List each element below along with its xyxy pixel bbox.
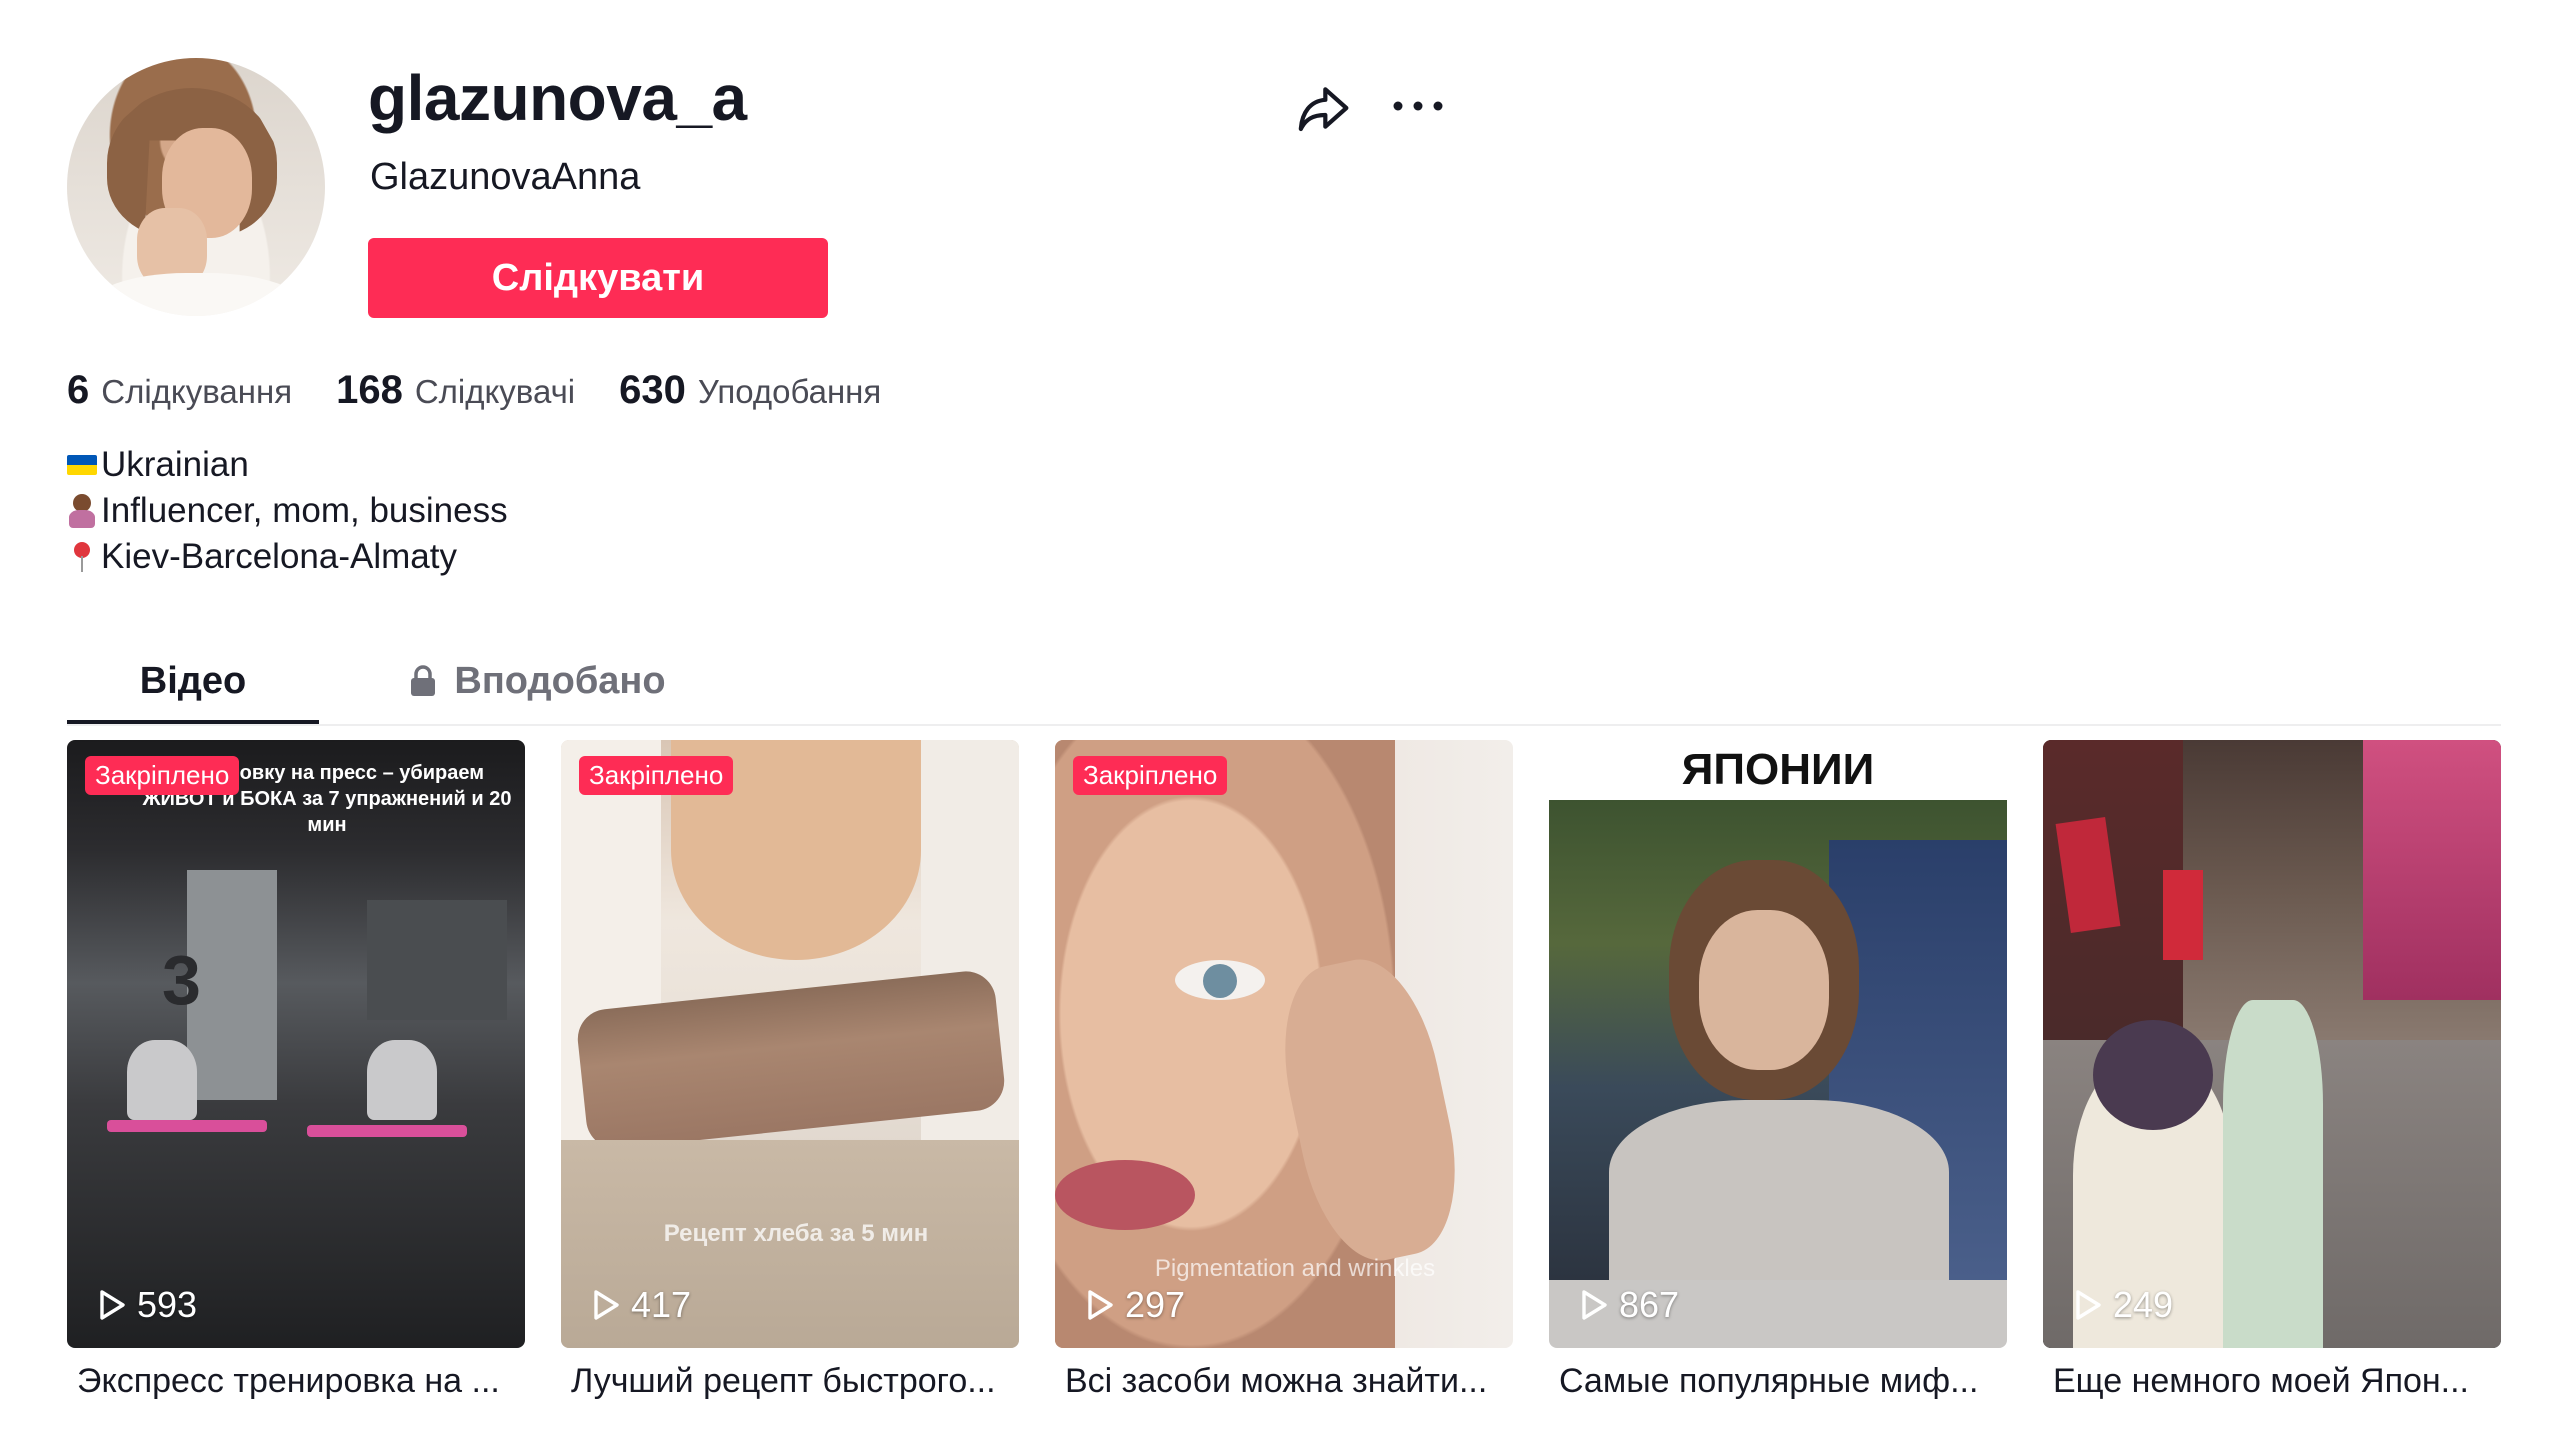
woman-emoji-icon — [67, 494, 97, 528]
video-thumbnail[interactable]: ЯПОНИИ 867 — [1549, 740, 2007, 1348]
video-card[interactable]: Pigmentation and wrinkles Закріплено 297… — [1055, 740, 1513, 1401]
play-icon — [2076, 1290, 2101, 1320]
video-thumbnail[interactable]: 3 тренировку на пресс – убираем ЖИВОТ и … — [67, 740, 525, 1348]
likes-label: Уподобання — [697, 373, 882, 410]
play-icon — [594, 1290, 619, 1320]
ukraine-flag-icon — [67, 455, 97, 475]
share-icon[interactable] — [1295, 80, 1351, 136]
following-count: 6 — [67, 368, 90, 412]
play-icon — [1582, 1290, 1607, 1320]
followers-count: 168 — [336, 368, 403, 412]
tab-liked[interactable]: Вподобано — [387, 640, 687, 722]
likes-stat: 630 Уподобання — [619, 368, 881, 413]
followers-stat[interactable]: 168 Слідкувачі — [336, 368, 575, 413]
location-pin-icon — [67, 540, 97, 574]
view-count: 593 — [97, 1284, 197, 1326]
video-thumbnail[interactable]: 249 — [2043, 740, 2501, 1348]
profile-tabs: Відео Вподобано — [67, 640, 2501, 726]
video-thumbnail[interactable]: Рецепт хлеба за 5 мин Закріплено 417 — [561, 740, 1019, 1348]
tab-videos[interactable]: Відео — [67, 640, 319, 724]
video-overlay-text: ЯПОНИИ — [1681, 745, 1875, 794]
pinned-badge: Закріплено — [85, 756, 240, 795]
follow-button[interactable]: Слідкувати — [368, 238, 828, 318]
profile-bio: Ukrainian Influencer, mom, business Kiev… — [67, 442, 508, 580]
video-card[interactable]: Рецепт хлеба за 5 мин Закріплено 417 Луч… — [561, 740, 1019, 1401]
following-label: Слідкування — [101, 373, 293, 410]
lock-icon — [411, 665, 436, 696]
view-count: 249 — [2073, 1284, 2173, 1326]
pinned-badge: Закріплено — [1073, 756, 1228, 795]
view-count: 297 — [1085, 1284, 1185, 1326]
play-icon — [100, 1290, 125, 1320]
video-card[interactable]: ЯПОНИИ 867 Самые популярные миф... — [1549, 740, 2007, 1401]
video-card[interactable]: 3 тренировку на пресс – убираем ЖИВОТ и … — [67, 740, 525, 1401]
video-caption[interactable]: Экспресс тренировка на ... — [67, 1362, 527, 1401]
followers-label: Слідкувачі — [414, 373, 576, 410]
video-caption[interactable]: Самые популярные миф... — [1549, 1362, 2009, 1401]
profile-stats: 6 Слідкування 168 Слідкувачі 630 Уподоба… — [67, 368, 925, 418]
likes-count: 630 — [619, 368, 686, 412]
following-stat[interactable]: 6 Слідкування — [67, 368, 292, 413]
more-icon[interactable] — [1390, 88, 1446, 124]
video-caption[interactable]: Лучший рецепт быстрого... — [561, 1362, 1021, 1401]
bio-line: Kiev-Barcelona-Almaty — [67, 534, 508, 580]
play-icon — [1088, 1290, 1113, 1320]
profile-username: glazunova_a — [368, 62, 747, 134]
video-grid: 3 тренировку на пресс – убираем ЖИВОТ и … — [67, 740, 2501, 1420]
bio-line: Ukrainian — [67, 442, 508, 488]
view-count: 867 — [1579, 1284, 1679, 1326]
video-caption[interactable]: Еще немного моей Япон... — [2043, 1362, 2503, 1401]
pinned-badge: Закріплено — [579, 756, 734, 795]
video-thumbnail[interactable]: Pigmentation and wrinkles Закріплено 297 — [1055, 740, 1513, 1348]
profile-nickname: GlazunovaAnna — [370, 156, 641, 198]
bio-line: Influencer, mom, business — [67, 488, 508, 534]
profile-avatar[interactable] — [67, 58, 325, 316]
video-overlay-text: Рецепт хлеба за 5 мин — [663, 1220, 929, 1247]
video-caption[interactable]: Всі засоби можна знайти... — [1055, 1362, 1515, 1401]
video-card[interactable]: 249 Еще немного моей Япон... — [2043, 740, 2501, 1401]
video-overlay-text: Pigmentation and wrinkles — [1154, 1255, 1436, 1282]
view-count: 417 — [591, 1284, 691, 1326]
